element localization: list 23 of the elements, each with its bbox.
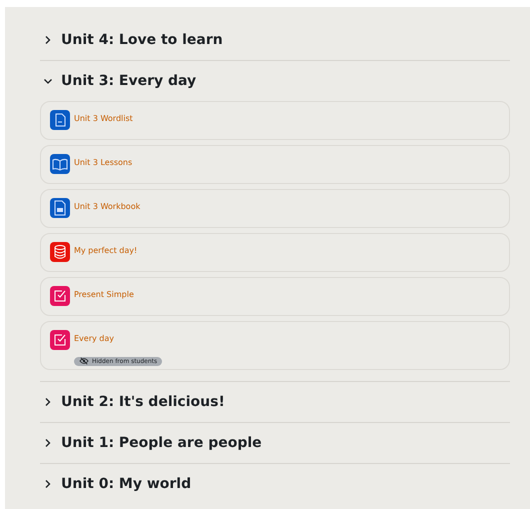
activity-link[interactable]: Present Simple: [74, 286, 134, 304]
page-icon: [50, 198, 70, 218]
book-icon: [50, 154, 70, 174]
section-title[interactable]: Unit 0: My world: [61, 474, 192, 494]
section-title[interactable]: Unit 3: Every day: [61, 70, 196, 92]
chevron-right-icon[interactable]: [43, 397, 53, 407]
checkbox-icon: [50, 330, 70, 350]
section-title[interactable]: Unit 4: Love to learn: [61, 30, 223, 50]
chevron-right-icon[interactable]: [43, 35, 53, 45]
chevron-down-icon[interactable]: [43, 76, 53, 86]
activity-link[interactable]: Every day: [74, 330, 162, 348]
eye-slash-icon: [79, 357, 89, 365]
activity-link[interactable]: Unit 3 Lessons: [74, 154, 132, 172]
section-title[interactable]: Unit 1: People are people: [61, 432, 262, 454]
activity-link[interactable]: Unit 3 Wordlist: [74, 110, 133, 128]
chevron-right-icon[interactable]: [43, 438, 53, 448]
chevron-right-icon[interactable]: [43, 479, 53, 489]
database-icon: [50, 242, 70, 262]
activity-link[interactable]: Unit 3 Workbook: [74, 198, 140, 216]
section-title[interactable]: Unit 2: It's delicious!: [61, 392, 225, 412]
activity-link[interactable]: My perfect day!: [74, 242, 138, 260]
checkbox-icon: [50, 286, 70, 306]
document-icon: [50, 110, 70, 130]
